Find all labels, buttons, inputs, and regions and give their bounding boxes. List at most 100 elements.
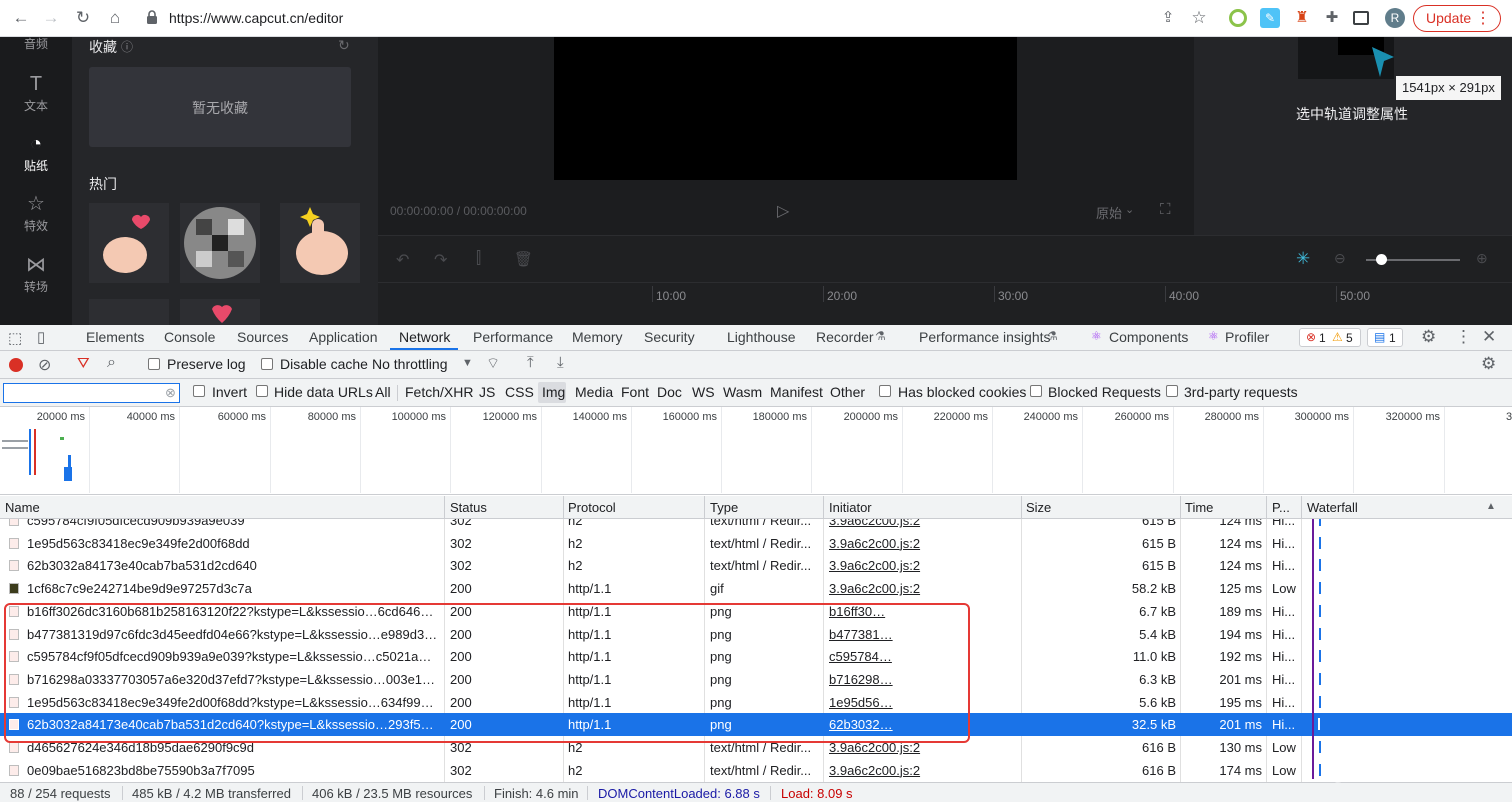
sticker-item[interactable] xyxy=(180,299,260,325)
extension-circle-icon[interactable] xyxy=(1229,9,1247,27)
record-icon[interactable] xyxy=(9,358,23,372)
cell-initiator[interactable]: 3.9a6c2c00.js:2 xyxy=(829,581,1014,596)
filter-type-ws[interactable]: WS xyxy=(692,384,715,400)
extension-red-icon[interactable]: ♜ xyxy=(1292,8,1312,28)
info-icon[interactable]: ⓘ xyxy=(121,38,133,55)
table-row[interactable]: 62b3032a84173e40cab7ba531d2cd640 302 h2 tex… xyxy=(0,550,1512,577)
issues-badge[interactable]: ⊗ 1 ⚠ 5 xyxy=(1299,328,1361,347)
col-divider[interactable] xyxy=(563,496,564,519)
address-bar[interactable]: https://www.capcut.cn/editor xyxy=(169,10,343,26)
filter-type-fetch[interactable]: Fetch/XHR xyxy=(405,384,473,400)
cell-initiator[interactable]: 3.9a6c2c00.js:2 xyxy=(829,519,1014,528)
clear-filter-icon[interactable]: ⊗ xyxy=(165,385,176,401)
filter-type-font[interactable]: Font xyxy=(621,384,649,400)
throttling-select[interactable]: No throttling xyxy=(372,356,447,372)
disable-cache-checkbox[interactable] xyxy=(261,358,273,370)
filter-type-wasm[interactable]: Wasm xyxy=(723,384,762,400)
invert-checkbox[interactable] xyxy=(193,385,205,397)
table-row[interactable]: 0e09bae516823bd8be75590b3a7f7095 302 h2 tex… xyxy=(0,754,1512,782)
zoom-slider-handle[interactable] xyxy=(1376,254,1387,265)
tab-sources[interactable]: Sources xyxy=(237,329,288,345)
sidepanel-icon[interactable] xyxy=(1353,11,1369,25)
col-divider[interactable] xyxy=(1266,496,1267,519)
undo-icon[interactable]: ↶ xyxy=(396,250,409,270)
ratio-select[interactable]: 原始 xyxy=(1096,203,1122,222)
close-icon[interactable]: ✕ xyxy=(1482,327,1496,347)
home-icon[interactable]: ⌂ xyxy=(104,7,126,29)
tab-performance[interactable]: Performance xyxy=(473,329,553,345)
col-divider[interactable] xyxy=(704,496,705,519)
tab-console[interactable]: Console xyxy=(164,329,215,345)
col-size[interactable]: Size xyxy=(1026,500,1051,515)
col-type[interactable]: Type xyxy=(710,500,738,515)
share-icon[interactable]: ⇪ xyxy=(1157,7,1179,29)
nav-effects[interactable]: ☆ 特效 xyxy=(0,193,72,234)
back-arrow-icon[interactable]: ← xyxy=(10,7,32,29)
zoom-in-icon[interactable]: ⊕ xyxy=(1476,250,1488,267)
filter-type-manifest[interactable]: Manifest xyxy=(770,384,823,400)
export-har-icon[interactable]: ⤓ xyxy=(557,354,564,371)
nav-transition[interactable]: ⋈ 转场 xyxy=(0,254,72,295)
filter-icon[interactable]: ⛛ xyxy=(77,355,90,372)
col-initiator[interactable]: Initiator xyxy=(829,500,872,515)
settings-gear-icon[interactable]: ⚙ xyxy=(1421,327,1436,347)
refresh-icon[interactable]: ↻ xyxy=(338,37,350,54)
tab-components[interactable]: Components xyxy=(1109,329,1188,345)
avatar[interactable]: R xyxy=(1385,8,1405,28)
sticker-item[interactable] xyxy=(89,299,169,325)
col-name[interactable]: Name xyxy=(5,500,40,515)
search-icon[interactable]: ⌕ xyxy=(107,354,116,372)
filter-input[interactable]: ⊗ xyxy=(3,383,180,403)
filter-type-css[interactable]: CSS xyxy=(505,384,534,400)
sticker-item[interactable] xyxy=(180,203,260,283)
table-row[interactable]: 1cf68c7c9e242714be9d9e97257d3c7a 200 http/… xyxy=(0,573,1512,600)
filter-type-js[interactable]: JS xyxy=(479,384,495,400)
col-priority[interactable]: P... xyxy=(1272,500,1290,515)
tab-recorder[interactable]: Recorder xyxy=(816,329,874,345)
tab-network[interactable]: Network xyxy=(399,329,450,345)
blocked-cookies-checkbox[interactable] xyxy=(879,385,891,397)
messages-badge[interactable]: ▤ 1 xyxy=(1367,328,1403,347)
zoom-out-icon[interactable]: ⊖ xyxy=(1334,250,1346,267)
tab-application[interactable]: Application xyxy=(309,329,378,345)
filter-type-other[interactable]: Other xyxy=(830,384,865,400)
filter-type-all[interactable]: All xyxy=(375,384,391,400)
fullscreen-icon[interactable]: ⛶ xyxy=(1160,201,1171,218)
filter-type-doc[interactable]: Doc xyxy=(657,384,682,400)
redo-icon[interactable]: ↷ xyxy=(434,250,447,270)
update-button[interactable]: Update ⋮ xyxy=(1413,5,1501,32)
nav-sticker[interactable]: ◔ 贴纸 xyxy=(0,133,72,174)
network-conditions-icon[interactable]: ⌔ xyxy=(486,354,500,373)
col-time[interactable]: Time xyxy=(1185,500,1213,515)
filter-type-media[interactable]: Media xyxy=(575,384,613,400)
tab-elements[interactable]: Elements xyxy=(86,329,144,345)
col-divider[interactable] xyxy=(823,496,824,519)
third-party-checkbox[interactable] xyxy=(1166,385,1178,397)
puzzle-icon[interactable]: ✚ xyxy=(1322,8,1342,28)
col-divider[interactable] xyxy=(444,496,445,519)
clear-icon[interactable]: ⊘ xyxy=(38,355,51,375)
cell-initiator[interactable]: 3.9a6c2c00.js:2 xyxy=(829,558,1014,573)
magnet-icon[interactable]: ✳ xyxy=(1296,249,1310,269)
tab-lighthouse[interactable]: Lighthouse xyxy=(727,329,796,345)
import-har-icon[interactable]: ⤒ xyxy=(527,354,534,371)
preserve-log-checkbox[interactable] xyxy=(148,358,160,370)
network-settings-icon[interactable]: ⚙ xyxy=(1481,354,1496,374)
hide-data-urls-checkbox[interactable] xyxy=(256,385,268,397)
col-divider[interactable] xyxy=(1021,496,1022,519)
forward-arrow-icon[interactable]: → xyxy=(40,7,62,29)
split-icon[interactable]: ⫿ xyxy=(476,250,481,268)
reload-icon[interactable]: ↻ xyxy=(72,7,94,29)
play-icon[interactable]: ▷ xyxy=(777,201,789,221)
col-protocol[interactable]: Protocol xyxy=(568,500,616,515)
nav-text[interactable]: T 文本 xyxy=(0,73,72,114)
cell-initiator[interactable]: 3.9a6c2c00.js:2 xyxy=(829,763,1014,778)
table-row[interactable]: 1e95d563c83418ec9e349fe2d00f68dd 302 h2 tex… xyxy=(0,527,1512,555)
cell-initiator[interactable]: 3.9a6c2c00.js:2 xyxy=(829,536,1014,551)
col-divider[interactable] xyxy=(1180,496,1181,519)
tab-performance-insights[interactable]: Performance insights xyxy=(919,329,1051,345)
extension-pen-icon[interactable]: ✎ xyxy=(1260,8,1280,28)
col-status[interactable]: Status xyxy=(450,500,487,515)
table-row[interactable]: c595784cf9f05dfcecd909b939a9e039 302 h2 tex… xyxy=(0,519,1512,532)
inspect-icon[interactable]: ⬚ xyxy=(8,329,22,347)
